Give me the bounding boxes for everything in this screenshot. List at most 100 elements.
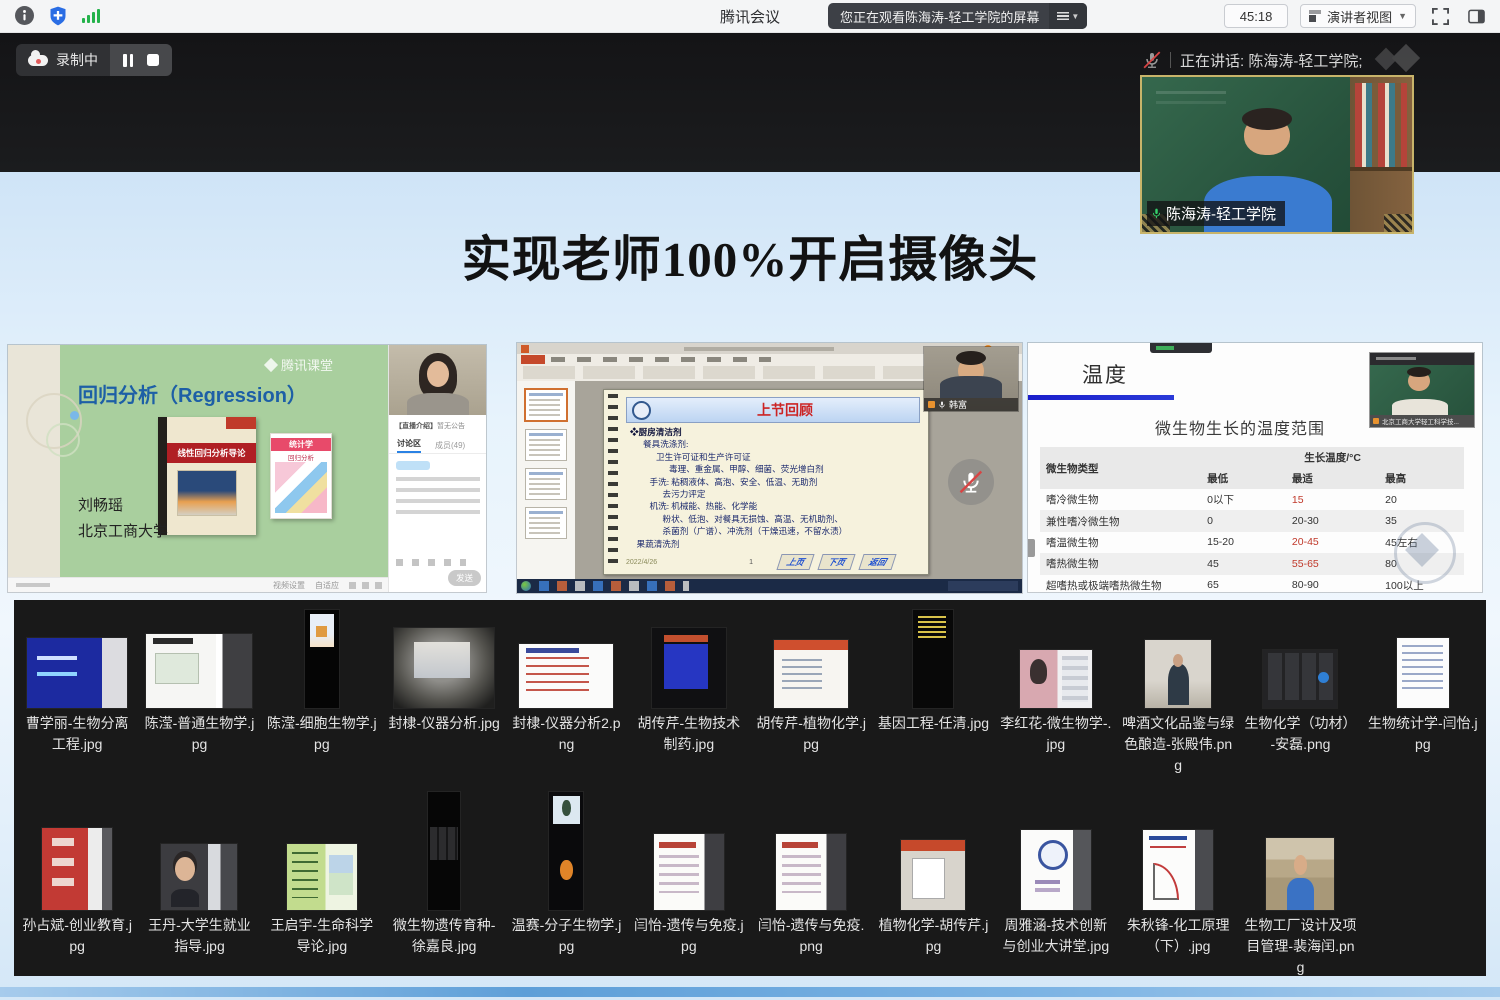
speaker-video-tile[interactable]: 陈海涛-轻工学院 bbox=[1140, 75, 1414, 234]
teacher-name-tag: 北京工商大学轻工科学技... bbox=[1370, 415, 1474, 427]
ppt-slide-body: ❖厨房清洁剂餐具洗涤剂:卫生许可证和生产许可证毒理、重金属、甲醇、细菌、荧光增白… bbox=[630, 426, 920, 550]
board-corner bbox=[1384, 214, 1412, 232]
stop-recording-button[interactable] bbox=[147, 54, 159, 66]
banner-menu-button[interactable]: ▼ bbox=[1049, 3, 1087, 29]
send-button: 发送 bbox=[448, 570, 481, 586]
file-name: 王丹-大学生就业指导.jpg bbox=[143, 915, 255, 957]
pause-recording-button[interactable] bbox=[123, 54, 133, 67]
speaker-face bbox=[1244, 115, 1290, 155]
book-artwork bbox=[178, 471, 236, 515]
file-name: 微生物遗传育种-徐嘉良.jpg bbox=[388, 915, 500, 957]
view-mode-label: 演讲者视图 bbox=[1327, 7, 1392, 26]
file-item: 胡传芹-生物技术制药.jpg bbox=[628, 608, 750, 776]
file-thumbnail bbox=[146, 634, 252, 708]
side-panel-button[interactable] bbox=[1464, 4, 1488, 28]
sidebar-tabs: 讨论区 成员(49) bbox=[389, 437, 486, 454]
file-item: 李红花-微生物学-.jpg bbox=[995, 608, 1117, 776]
file-thumbnail bbox=[519, 644, 613, 708]
file-thumbnail bbox=[27, 638, 127, 708]
ppt-nav-button: 下页 bbox=[817, 554, 855, 570]
slide-thumb bbox=[525, 507, 567, 539]
tab-members: 成员(49) bbox=[435, 440, 465, 451]
video-topbar bbox=[1370, 353, 1474, 365]
file-name: 胡传芹-生物技术制药.jpg bbox=[633, 713, 745, 755]
author-name: 刘畅瑶 bbox=[78, 493, 168, 519]
temp-cell-min: 15-20 bbox=[1201, 532, 1286, 553]
student-name: 韩富 bbox=[949, 398, 967, 411]
book-ribbon bbox=[226, 417, 256, 429]
view-mode-select[interactable]: 演讲者视图 ▼ bbox=[1300, 4, 1416, 28]
file-thumbnail bbox=[1397, 638, 1449, 708]
spiral-binding bbox=[608, 394, 618, 570]
mic-muted-icon[interactable] bbox=[1143, 51, 1161, 69]
hand-raise-icon bbox=[1373, 418, 1379, 424]
col-header-max: 最高 bbox=[1379, 468, 1464, 489]
classroom-sidebar: 【直播介绍】暂无公告 讨论区 成员(49) 发送 bbox=[388, 345, 486, 592]
ppt-text-line: 餐具洗涤剂: bbox=[630, 438, 920, 450]
recording-buttons bbox=[110, 44, 172, 76]
temp-cell-type: 兼性嗜冷微生物 bbox=[1040, 510, 1201, 531]
file-item: 陈滢-普通生物学.jpg bbox=[138, 608, 260, 776]
file-name: 闫怡-遗传与免疫.jpg bbox=[633, 915, 745, 957]
file-name: 胡传芹-植物化学.jpg bbox=[755, 713, 867, 755]
file-row-2: 孙占斌-创业教育.jpg王丹-大学生就业指导.jpg王启宇-生命科学导论.jpg… bbox=[14, 788, 1486, 978]
taskbar-apps bbox=[539, 581, 689, 591]
file-thumbnail bbox=[287, 844, 357, 910]
file-thumbnail bbox=[1020, 650, 1092, 708]
file-name: 温赛-分子生物学.jpg bbox=[510, 915, 622, 957]
ppt-text-line: 果蔬清洗剂 bbox=[630, 538, 920, 550]
file-thumbnail bbox=[654, 834, 724, 910]
intro-text: 暂无公告 bbox=[437, 423, 465, 430]
window-statusbar: 视频设置 自适应 bbox=[8, 577, 388, 592]
file-item: 封棣-仪器分析2.png bbox=[505, 608, 627, 776]
temp-cell-opt: 20-30 bbox=[1286, 510, 1379, 531]
recording-status: 录制中 bbox=[16, 44, 110, 76]
layout-icon bbox=[1309, 10, 1321, 22]
diamond-logo-icon bbox=[264, 357, 278, 371]
file-thumbnail bbox=[652, 628, 726, 708]
file-item: 植物化学-胡传芹.jpg bbox=[872, 788, 994, 978]
file-item: 周雅涵-技术创新与创业大讲堂.jpg bbox=[995, 788, 1117, 978]
university-seal-watermark bbox=[1394, 522, 1456, 584]
file-thumbnail bbox=[305, 610, 339, 708]
mic-active-icon bbox=[938, 400, 946, 410]
live-intro: 【直播介绍】暂无公告 bbox=[395, 421, 465, 431]
file-item: 生物工厂设计及项目管理-裴海闰.png bbox=[1239, 788, 1361, 978]
temperature-title: 温度 bbox=[1082, 359, 1128, 389]
ppt-text-line: 杀菌剂（广谱）、冲洗剂（干燥迅速，不留水渍） bbox=[630, 525, 920, 537]
menu-lines-icon bbox=[1057, 12, 1069, 20]
file-item: 生物统计学-闫怡.jpg bbox=[1362, 608, 1484, 776]
chevron-down-icon: ▼ bbox=[1071, 12, 1079, 21]
bookshelf bbox=[1350, 77, 1412, 232]
meeting-window: 腾讯会议 您正在观看陈海涛-轻工学院的屏幕 ▼ 45:18 演讲者视图 ▼ 实现… bbox=[0, 0, 1500, 1000]
slide-thumb bbox=[525, 468, 567, 500]
temp-row: 超嗜热或极端嗜热微生物6580-90100以上 bbox=[1040, 575, 1464, 593]
slide-date: 2022/4/26 bbox=[626, 559, 657, 566]
temp-cell-type: 超嗜热或极端嗜热微生物 bbox=[1040, 575, 1201, 593]
speaking-indicator: 正在讲话: 陈海涛-轻工学院; bbox=[1143, 46, 1442, 74]
file-thumbnail bbox=[549, 792, 583, 910]
watching-banner: 您正在观看陈海涛-轻工学院的屏幕 ▼ bbox=[828, 3, 1087, 29]
mic-active-icon bbox=[1151, 207, 1162, 220]
chevron-down-icon: ▼ bbox=[1398, 11, 1407, 21]
file-row-1: 曹学丽-生物分离工程.jpg陈滢-普通生物学.jpg陈滢-细胞生物学.jpg封棣… bbox=[14, 608, 1486, 776]
slide-thumb bbox=[525, 429, 567, 461]
col-header-opt: 最适 bbox=[1286, 468, 1379, 489]
file-thumbnail bbox=[1263, 650, 1337, 708]
file-item: 生物化学（功材）-安磊.png bbox=[1239, 608, 1361, 776]
file-name: 朱秋锋-化工原理（下）.jpg bbox=[1122, 915, 1234, 957]
file-name: 植物化学-胡传芹.jpg bbox=[877, 915, 989, 957]
fullscreen-button[interactable] bbox=[1428, 4, 1452, 28]
status-icon bbox=[349, 582, 356, 589]
file-name: 生物化学（功材）-安磊.png bbox=[1244, 713, 1356, 755]
temp-cell-min: 65 bbox=[1201, 575, 1286, 593]
file-name: 曹学丽-生物分离工程.jpg bbox=[21, 713, 133, 755]
author-block: 刘畅瑶 北京工商大学 bbox=[78, 493, 168, 545]
ppt-text-line: 粉状、低泡、对餐具无损蚀、高温、无机助剂、 bbox=[630, 513, 920, 525]
file-item: 微生物遗传育种-徐嘉良.jpg bbox=[383, 788, 505, 978]
author-school: 北京工商大学 bbox=[78, 519, 168, 545]
book2-subtitle: 回归分析 bbox=[271, 452, 331, 462]
status-text-bar bbox=[16, 583, 50, 587]
slide-thumbnails-panel bbox=[517, 381, 576, 579]
temp-cell-opt: 15 bbox=[1286, 489, 1379, 510]
